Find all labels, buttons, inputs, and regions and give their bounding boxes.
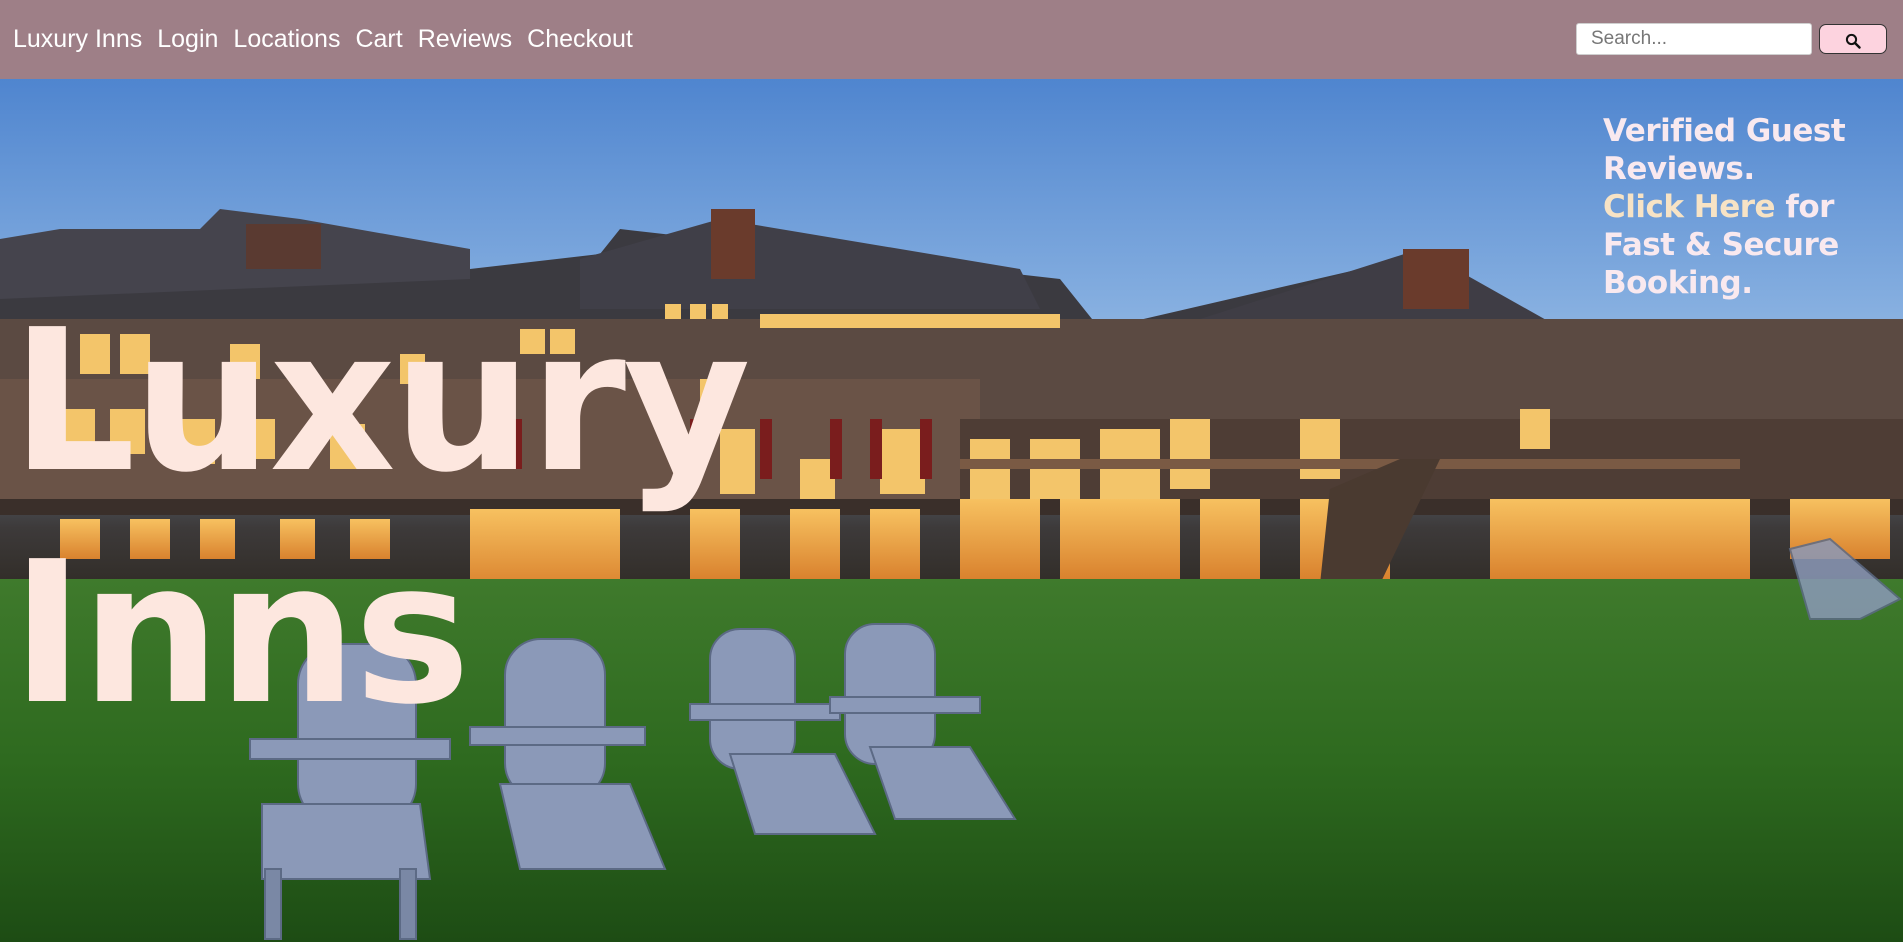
click-here-link[interactable]: Click Here [1603,189,1776,225]
promo-line1: Verified Guest [1603,113,1846,149]
nav-link-luxury-inns[interactable]: Luxury Inns [13,24,142,54]
top-navbar: Luxury Inns Login Locations Cart Reviews… [0,0,1903,79]
promo-text: Verified Guest Reviews. Click Here for F… [1603,112,1903,302]
hero-title-line2: Inns [11,520,471,748]
promo-line2: Reviews. [1603,151,1755,187]
hero-section: Luxury Inns Verified Guest Reviews. Clic… [0,79,1903,942]
nav-link-locations[interactable]: Locations [233,24,340,54]
search-input[interactable] [1576,23,1812,55]
nav-link-reviews[interactable]: Reviews [418,24,512,54]
nav-links: Luxury Inns Login Locations Cart Reviews… [13,24,648,54]
search-button[interactable] [1819,24,1887,54]
nav-link-cart[interactable]: Cart [355,24,402,54]
hero-title: Luxury Inns [11,286,751,750]
hero-title-line1: Luxury [11,288,751,516]
nav-link-login[interactable]: Login [157,24,218,54]
nav-link-checkout[interactable]: Checkout [527,24,633,54]
search-icon [1845,33,1861,49]
